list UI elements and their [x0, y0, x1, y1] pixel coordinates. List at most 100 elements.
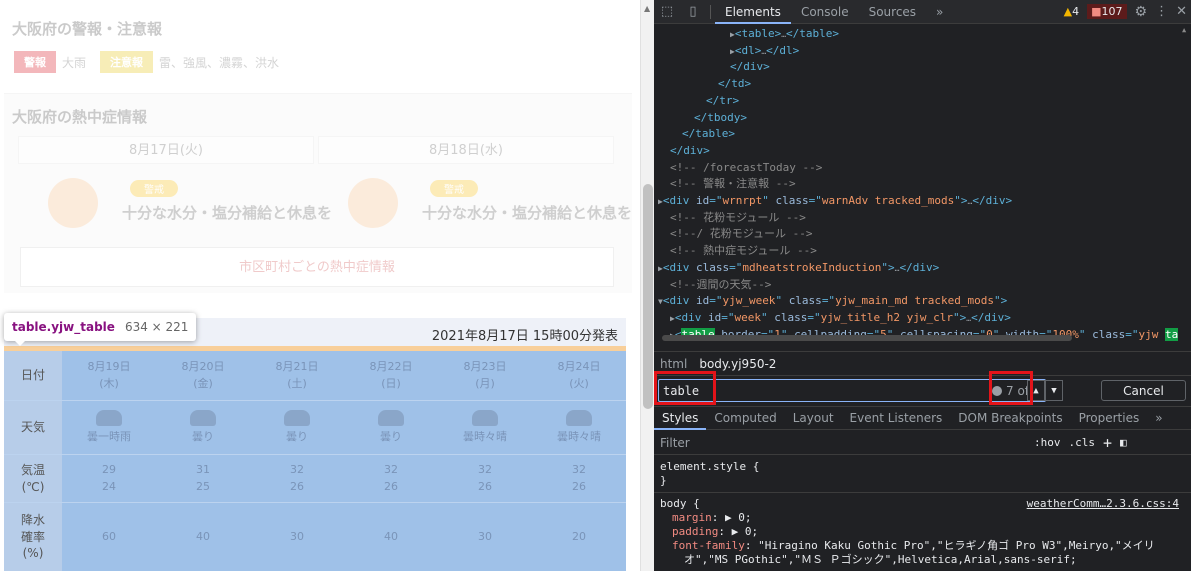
heat-day-2: 8月18日(水) 警戒 十分な水分・塩分補給と休息を [318, 136, 632, 256]
dom-node-line[interactable]: <!-- 花粉モジュール --> [670, 210, 806, 227]
settings-gear-icon[interactable]: ⚙ [1135, 4, 1148, 20]
property-value[interactable]: オ","MS PGothic","ＭＳ Ｐゴシック",Helvetica,Ari… [684, 553, 1077, 566]
weather-label: 曇り [380, 429, 402, 443]
weekday-label: (木) [99, 376, 119, 390]
face-icon [48, 178, 98, 228]
dom-node-line[interactable]: </table> [682, 126, 735, 143]
dom-tree[interactable]: ▶<table>…</table> ▶<dl>…</dl> </div> </td> <… [654, 24, 1191, 350]
breadcrumb-html[interactable]: html [654, 357, 693, 371]
tab-styles[interactable]: Styles [654, 407, 707, 430]
scroll-up-icon[interactable]: ▲ [1182, 26, 1186, 34]
more-style-tabs-button[interactable]: » [1147, 407, 1170, 430]
temp-low: 25 [196, 479, 210, 493]
dom-hscroll-thumb[interactable] [662, 335, 1072, 341]
search-next-button[interactable]: ▼ [1045, 380, 1063, 401]
dom-node-line[interactable]: </tbody> [694, 110, 747, 127]
search-cancel-button[interactable]: Cancel [1101, 380, 1186, 401]
weekday-label: (土) [287, 376, 307, 390]
breadcrumb-body[interactable]: body.yj950-2 [693, 357, 782, 371]
tab-sources[interactable]: Sources [859, 0, 926, 24]
weather-label: 曇時々晴 [557, 429, 601, 443]
warning-badge: 警報 [14, 51, 56, 73]
temperature-cell: 32 26 [344, 455, 438, 502]
table-row-date: 日付 8月19日 (木) 8月20日 (金) 8月21日 (土) 8月22日 (日) 8月23日… [4, 351, 626, 401]
toggle-sidebar-icon[interactable]: ◧ [1116, 436, 1131, 449]
dom-node-line[interactable]: </tr> [706, 93, 739, 110]
element-style-selector[interactable]: element.style { [660, 460, 1185, 474]
close-icon[interactable]: ✕ [1176, 4, 1187, 19]
dom-search-input[interactable] [658, 379, 1046, 402]
date-label: 8月21日 [275, 360, 319, 373]
dom-node-line[interactable]: <!--/ 花粉モジュール --> [670, 226, 812, 243]
heat-date: 8月17日(火) [18, 136, 314, 164]
dom-node-line[interactable]: ▶<div id="wrnrpt" class="warnAdv tracked… [658, 193, 1012, 210]
date-label: 8月22日 [369, 360, 413, 373]
style-property[interactable]: font-family: "Hiragino Kaku Gothic Pro",… [660, 539, 1185, 553]
dom-node-line[interactable]: <!-- 熱中症モジュール --> [670, 243, 817, 260]
scroll-up-icon[interactable]: ▲ [644, 4, 650, 13]
dom-token: </table> [682, 127, 735, 141]
kebab-menu-icon[interactable]: ⋮ [1155, 4, 1168, 19]
error-counter[interactable]: ■107 [1087, 4, 1127, 19]
dom-node-line[interactable]: <!-- /forecastToday --> [670, 160, 822, 177]
property-value[interactable]: ▶ 0; [732, 525, 759, 538]
dom-token: <div [662, 260, 696, 274]
dom-token: =" [807, 310, 821, 324]
styles-filter-input[interactable] [660, 433, 1030, 452]
styles-tabbar: Styles Computed Layout Event Listeners D… [654, 406, 1191, 430]
heatstroke-module: 大阪府の熱中症情報 8月17日(火) 警戒 十分な水分・塩分補給と休息を 8月1… [4, 93, 632, 293]
advisory-items: 雷、強風、濃霧、洪水 [159, 55, 280, 70]
dom-token: id [695, 194, 710, 207]
heat-level-badge: 警戒 [430, 180, 478, 197]
body-selector[interactable]: body { [660, 497, 700, 510]
tab-dom-breakpoints[interactable]: DOM Breakpoints [950, 407, 1070, 430]
property-name[interactable]: font-family [672, 539, 745, 552]
rain-value: 30 [290, 529, 304, 543]
dom-node-line[interactable]: ▶<div id="week" class="yjw_title_h2 yjw_… [670, 310, 1011, 327]
city-heat-link[interactable]: 市区町村ごとの熱中症情報 [20, 247, 614, 287]
tab-elements[interactable]: Elements [715, 0, 791, 24]
dom-vertical-scrollbar[interactable]: ▲ [1181, 24, 1191, 344]
date-label: 8月23日 [463, 360, 507, 373]
tab-properties[interactable]: Properties [1071, 407, 1148, 430]
warning-counter[interactable]: ▲4 [1064, 5, 1079, 18]
style-property[interactable]: padding: ▶ 0; [660, 525, 1185, 539]
temp-high: 32 [478, 463, 492, 476]
dom-node-line[interactable]: <!-- 警報・注意報 --> [670, 176, 796, 193]
dom-node-line[interactable]: </div> [670, 143, 710, 160]
issue-counters: ▲4 ■107 ⚙ ⋮ ✕ [1064, 4, 1191, 20]
property-name[interactable]: margin [672, 511, 712, 524]
dom-node-line[interactable]: ▶<div class="mdheatstrokeInduction">…</d… [658, 260, 939, 277]
week-table-highlighted[interactable]: 日付 8月19日 (木) 8月20日 (金) 8月21日 (土) 8月22日 (日) 8月23日… [4, 351, 626, 571]
cloud-icon [378, 409, 404, 426]
devtools-panel: ⬚ ▯ Elements Console Sources » ▲4 ■107 ⚙… [654, 0, 1191, 571]
dom-node-line[interactable]: <!--週間の天気--> [670, 277, 771, 294]
dom-node-line[interactable]: </td> [718, 76, 751, 93]
more-tabs-button[interactable]: » [926, 0, 953, 24]
hov-toggle-button[interactable]: :hov [1030, 436, 1065, 449]
cls-toggle-button[interactable]: .cls [1065, 436, 1100, 449]
tab-console[interactable]: Console [791, 0, 859, 24]
property-name[interactable]: padding [672, 525, 718, 538]
style-property[interactable]: margin: ▶ 0; [660, 511, 1185, 525]
dom-token: <table> [734, 27, 782, 40]
add-rule-icon[interactable]: + [1099, 434, 1116, 452]
dom-node-line[interactable]: ▶<table>…</table> [730, 26, 839, 43]
page-scrollbar[interactable]: ▲ [640, 0, 654, 571]
page-scrollbar-thumb[interactable] [643, 184, 653, 409]
property-value[interactable]: ▶ 0; [725, 511, 752, 524]
tab-computed[interactable]: Computed [706, 407, 784, 430]
inspect-element-icon[interactable]: ⬚ [654, 0, 680, 24]
dom-node-line[interactable]: ▶<dl>…</dl> [730, 43, 799, 60]
stylesheet-source-link[interactable]: weatherComm…2.3.6.css:4 [1027, 497, 1179, 511]
dom-node-line[interactable]: </div> [730, 59, 770, 76]
device-toolbar-icon[interactable]: ▯ [680, 0, 706, 24]
dom-horizontal-scrollbar[interactable] [654, 333, 1191, 343]
style-property[interactable]: オ","MS PGothic","ＭＳ Ｐゴシック",Helvetica,Ari… [660, 553, 1185, 567]
heat-day-1: 8月17日(火) 警戒 十分な水分・塩分補給と休息を [18, 136, 332, 256]
property-value[interactable]: "Hiragino Kaku Gothic Pro","ヒラギノ角ゴ Pro W… [758, 539, 1155, 552]
dom-token: <!-- 花粉モジュール --> [670, 210, 806, 224]
tab-layout[interactable]: Layout [785, 407, 842, 430]
tab-event-listeners[interactable]: Event Listeners [842, 407, 951, 430]
dom-node-line[interactable]: ▼<div id="yjw_week" class="yjw_main_md t… [658, 293, 1007, 310]
